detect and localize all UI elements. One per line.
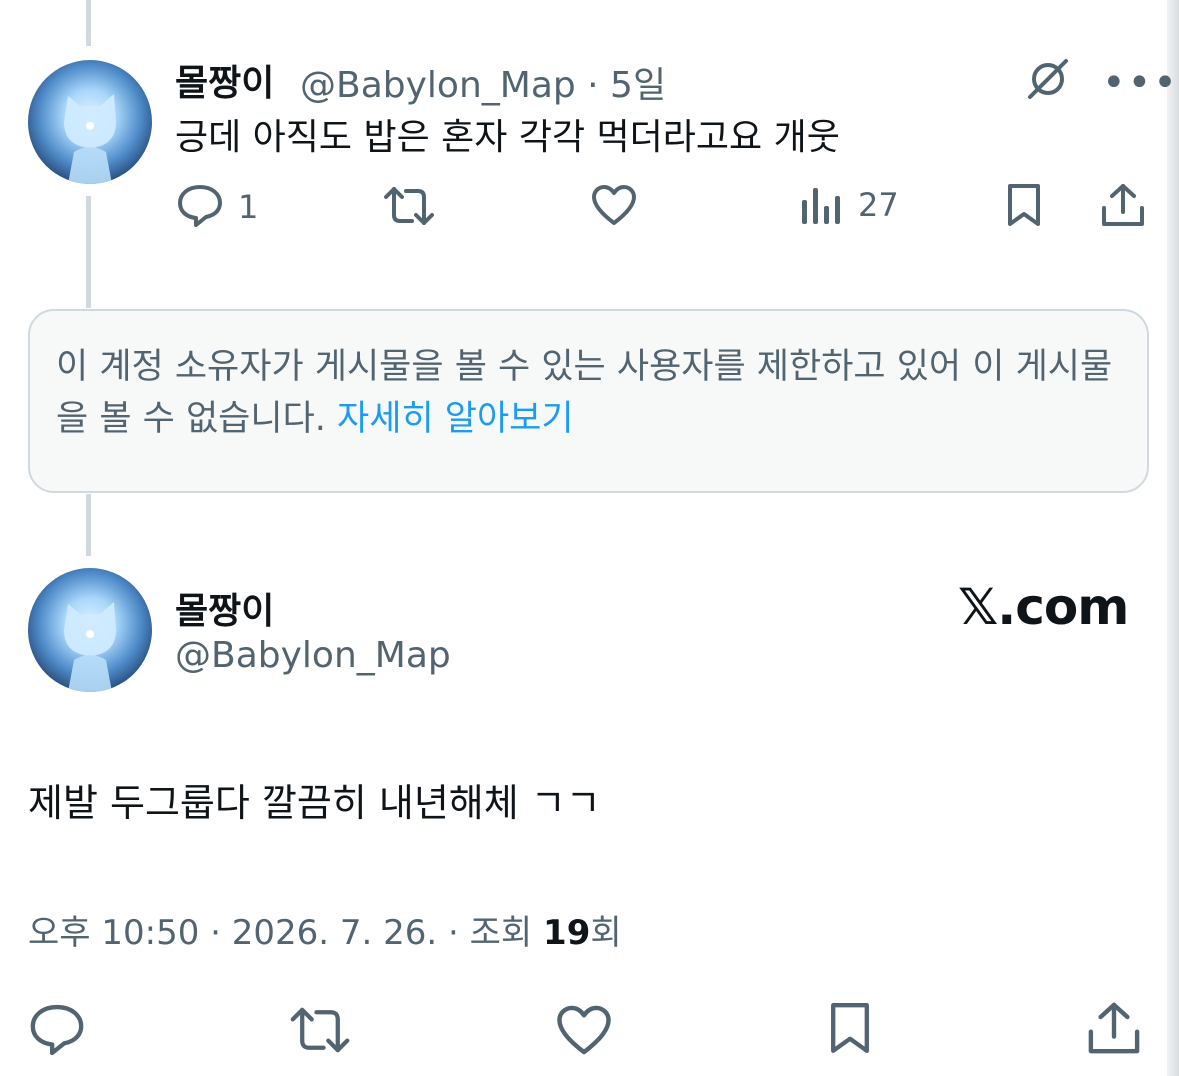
notice-text: 이 계정 소유자가 게시물을 볼 수 있는 사용자를 제한하고 있어 이 게시물… bbox=[56, 347, 1113, 439]
reply-count: 1 bbox=[238, 188, 259, 226]
handle-and-time[interactable]: @Babylon_Map · 5일 bbox=[300, 56, 666, 108]
bookmark-icon[interactable] bbox=[1004, 182, 1044, 228]
view-count: 27 bbox=[858, 186, 899, 224]
like-icon[interactable] bbox=[554, 1003, 614, 1057]
restricted-notice: 이 계정 소유자가 게시물을 볼 수 있는 사용자를 제한하고 있어 이 게시물… bbox=[28, 309, 1149, 493]
like-icon[interactable] bbox=[590, 183, 638, 227]
learn-more-link[interactable]: 자세히 알아보기 bbox=[337, 399, 574, 439]
views-icon[interactable] bbox=[800, 186, 842, 226]
tweet-text: 제발 두그룹다 깔끔히 내년해체 ㄱㄱ bbox=[28, 781, 601, 825]
thread-line-top bbox=[86, 0, 91, 46]
bookmark-icon[interactable] bbox=[826, 1000, 874, 1056]
share-icon[interactable] bbox=[1086, 1000, 1142, 1056]
scrollbar-edge bbox=[1167, 0, 1179, 1076]
reply-icon[interactable] bbox=[176, 183, 224, 229]
more-icon[interactable]: ••• bbox=[1102, 60, 1179, 106]
avatar[interactable] bbox=[28, 568, 152, 692]
retweet-icon[interactable] bbox=[382, 185, 436, 227]
reply-icon[interactable] bbox=[28, 1002, 86, 1058]
display-name[interactable]: 몰짱이 bbox=[175, 54, 274, 106]
thread-line-bottom bbox=[86, 494, 91, 556]
display-name[interactable]: 몰짱이 bbox=[175, 582, 274, 634]
tweet-meta: 오후 10:50 · 2026. 7. 26. · 조회 19회 bbox=[28, 913, 622, 953]
reply-text: 긍데 아직도 밥은 혼자 각각 먹더라고요 개웃 bbox=[175, 117, 840, 158]
retweet-icon[interactable] bbox=[288, 1005, 352, 1055]
avatar[interactable] bbox=[28, 60, 152, 184]
share-icon[interactable] bbox=[1100, 182, 1146, 228]
thread-line-middle bbox=[86, 196, 91, 308]
slashed-circle-icon[interactable] bbox=[1024, 55, 1072, 103]
x-logo: 𝕏.com bbox=[958, 578, 1129, 636]
handle[interactable]: @Babylon_Map bbox=[175, 635, 451, 676]
view-count: 19 bbox=[543, 913, 591, 953]
